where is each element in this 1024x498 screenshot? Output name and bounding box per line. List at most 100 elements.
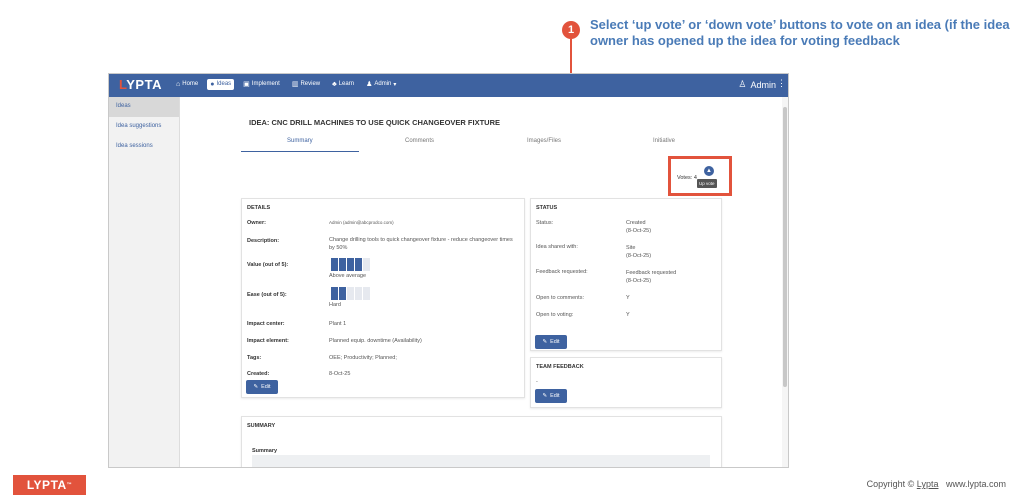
nav-label: Admin (374, 81, 392, 87)
idea-shared-date: (8-Oct-25) (626, 253, 652, 259)
footer-logo-text: LYPTA (26, 478, 67, 492)
home-icon: ⌂ (176, 80, 181, 88)
impact-center-label: Impact center: (247, 321, 285, 327)
status-value: Created (626, 220, 646, 226)
tags-value: OEE; Productivity; Planned; (329, 355, 397, 361)
top-navbar: LYPTA ⌂ Home ● Ideas ▣ Implement ▥ Review ♣ L… (109, 74, 788, 97)
nav-label: Ideas (216, 81, 232, 87)
active-tab-indicator (241, 151, 359, 152)
edit-label: Edit (261, 384, 271, 390)
more-options-icon[interactable]: ⋮ (777, 78, 786, 89)
rating-bar-segment (363, 287, 370, 300)
summary-card: SUMMARY Summary (241, 416, 722, 467)
status-edit-button[interactable]: ✎ Edit (535, 335, 567, 349)
nav-label: Home (182, 81, 199, 87)
value-rating-bars (331, 258, 370, 271)
tab-comments[interactable]: Comments (405, 138, 434, 144)
nav-item-ideas[interactable]: ● Ideas (207, 78, 235, 90)
rating-bar-segment (339, 258, 346, 271)
open-to-comments-value: Y (626, 295, 630, 301)
details-edit-button[interactable]: ✎ Edit (246, 380, 278, 394)
summary-content-area (252, 455, 710, 467)
rating-bar-segment (347, 258, 354, 271)
pencil-icon: ✎ (253, 384, 259, 390)
rating-bar-segment (355, 287, 362, 300)
scrollbar[interactable] (782, 97, 788, 467)
status-label: Status: (536, 220, 554, 226)
rating-bar-segment (339, 287, 346, 300)
nav-label: Learn (338, 81, 355, 87)
owner-value: Admin (admin@abcprodco.com) (329, 220, 394, 225)
impact-element-value: Planned equip. downtime (Availability) (329, 338, 422, 344)
scrollbar-thumb[interactable] (783, 107, 787, 387)
lightbulb-icon: ● (210, 80, 215, 88)
nav-item-admin[interactable]: ♟ Admin ▾ (363, 78, 399, 90)
app-logo[interactable]: LYPTA (119, 77, 162, 92)
sidebar-item-ideas[interactable]: Ideas (109, 97, 179, 117)
nav-item-learn[interactable]: ♣ Learn (329, 79, 357, 90)
ease-rating-bars (331, 287, 370, 300)
sidebar: Ideas Idea suggestions Idea sessions (109, 97, 180, 467)
review-icon: ▥ (291, 81, 299, 88)
value-rating-text: Above average (329, 273, 366, 279)
details-card: DETAILS Owner: Admin (admin@abcprodco.co… (241, 198, 525, 398)
owner-label: Owner: (247, 220, 266, 226)
description-value: Change drilling tools to quick changeove… (329, 237, 513, 251)
feedback-requested-value: Feedback requested (626, 270, 677, 276)
team-feedback-edit-button[interactable]: ✎ Edit (535, 389, 567, 403)
user-menu[interactable]: ♙ Admin (738, 79, 776, 90)
tab-bar: Summary Comments Images/Files Initiative (241, 135, 751, 153)
user-name: Admin (750, 79, 776, 90)
user-icon: ♙ (738, 79, 747, 89)
impact-center-value: Plant 1 (329, 321, 347, 327)
description-label: Description: (247, 238, 280, 244)
tab-summary[interactable]: Summary (287, 138, 313, 144)
open-to-voting-label: Open to voting: (536, 312, 574, 318)
page: 1 Select ‘up vote’ or ‘down vote’ button… (0, 0, 1024, 498)
up-vote-tooltip: Up vote (697, 179, 717, 188)
tab-images-files[interactable]: Images/Files (527, 138, 561, 144)
nav-item-review[interactable]: ▥ Review (289, 78, 323, 90)
edit-label: Edit (550, 339, 560, 345)
rating-bar-segment (331, 258, 338, 271)
team-feedback-title: TEAM FEEDBACK (536, 364, 584, 370)
chevron-up-icon: ▲ (706, 168, 712, 174)
pencil-icon: ✎ (542, 393, 548, 399)
up-vote-button[interactable]: ▲ (704, 166, 714, 176)
copyright-notice: Copyright © Lypta www.lypta.com (867, 479, 1006, 489)
app-window: LYPTA ⌂ Home ● Ideas ▣ Implement ▥ Review ♣ L… (108, 73, 789, 468)
tags-label: Tags: (247, 355, 262, 361)
pencil-icon: ✎ (542, 339, 548, 345)
sidebar-item-idea-suggestions[interactable]: Idea suggestions (109, 117, 179, 137)
callout-text: Select ‘up vote’ or ‘down vote’ buttons … (590, 17, 1010, 48)
chevron-down-icon: ▾ (393, 81, 397, 88)
created-value: 8-Oct-25 (329, 371, 351, 377)
learn-icon: ♣ (332, 80, 337, 88)
edit-label: Edit (550, 393, 560, 399)
rating-bar-segment (331, 287, 338, 300)
created-label: Created: (247, 371, 270, 377)
copyright-link[interactable]: Lypta (917, 479, 939, 489)
rating-bar-segment (347, 287, 354, 300)
rating-bar-segment (363, 258, 370, 271)
page-title: IDEA: CNC DRILL MACHINES TO USE QUICK CH… (249, 118, 500, 127)
ease-label: Ease (out of 5): (247, 292, 287, 298)
nav-label: Implement (251, 81, 280, 87)
open-to-comments-label: Open to comments: (536, 295, 584, 301)
nav-label: Review (300, 81, 321, 87)
details-title: DETAILS (247, 205, 271, 211)
idea-shared-value: Site (626, 245, 636, 251)
copyright-site: www.lypta.com (938, 479, 1006, 489)
feedback-requested-label: Feedback requested: (536, 269, 588, 275)
sidebar-item-idea-sessions[interactable]: Idea sessions (109, 137, 179, 157)
admin-icon: ♟ (366, 81, 373, 88)
nav-item-home[interactable]: ⌂ Home (173, 79, 201, 90)
footer-logo: LYPTA ™ (13, 475, 86, 495)
idea-shared-label: Idea shared with: (536, 244, 578, 250)
tab-initiative[interactable]: Initiative (653, 138, 675, 144)
implement-icon: ▣ (243, 81, 250, 88)
value-label: Value (out of 5): (247, 262, 289, 268)
impact-element-label: Impact element: (247, 338, 289, 344)
status-card: STATUS Status: Created (8-Oct-25) Idea s… (530, 198, 722, 351)
nav-item-implement[interactable]: ▣ Implement (240, 78, 283, 90)
